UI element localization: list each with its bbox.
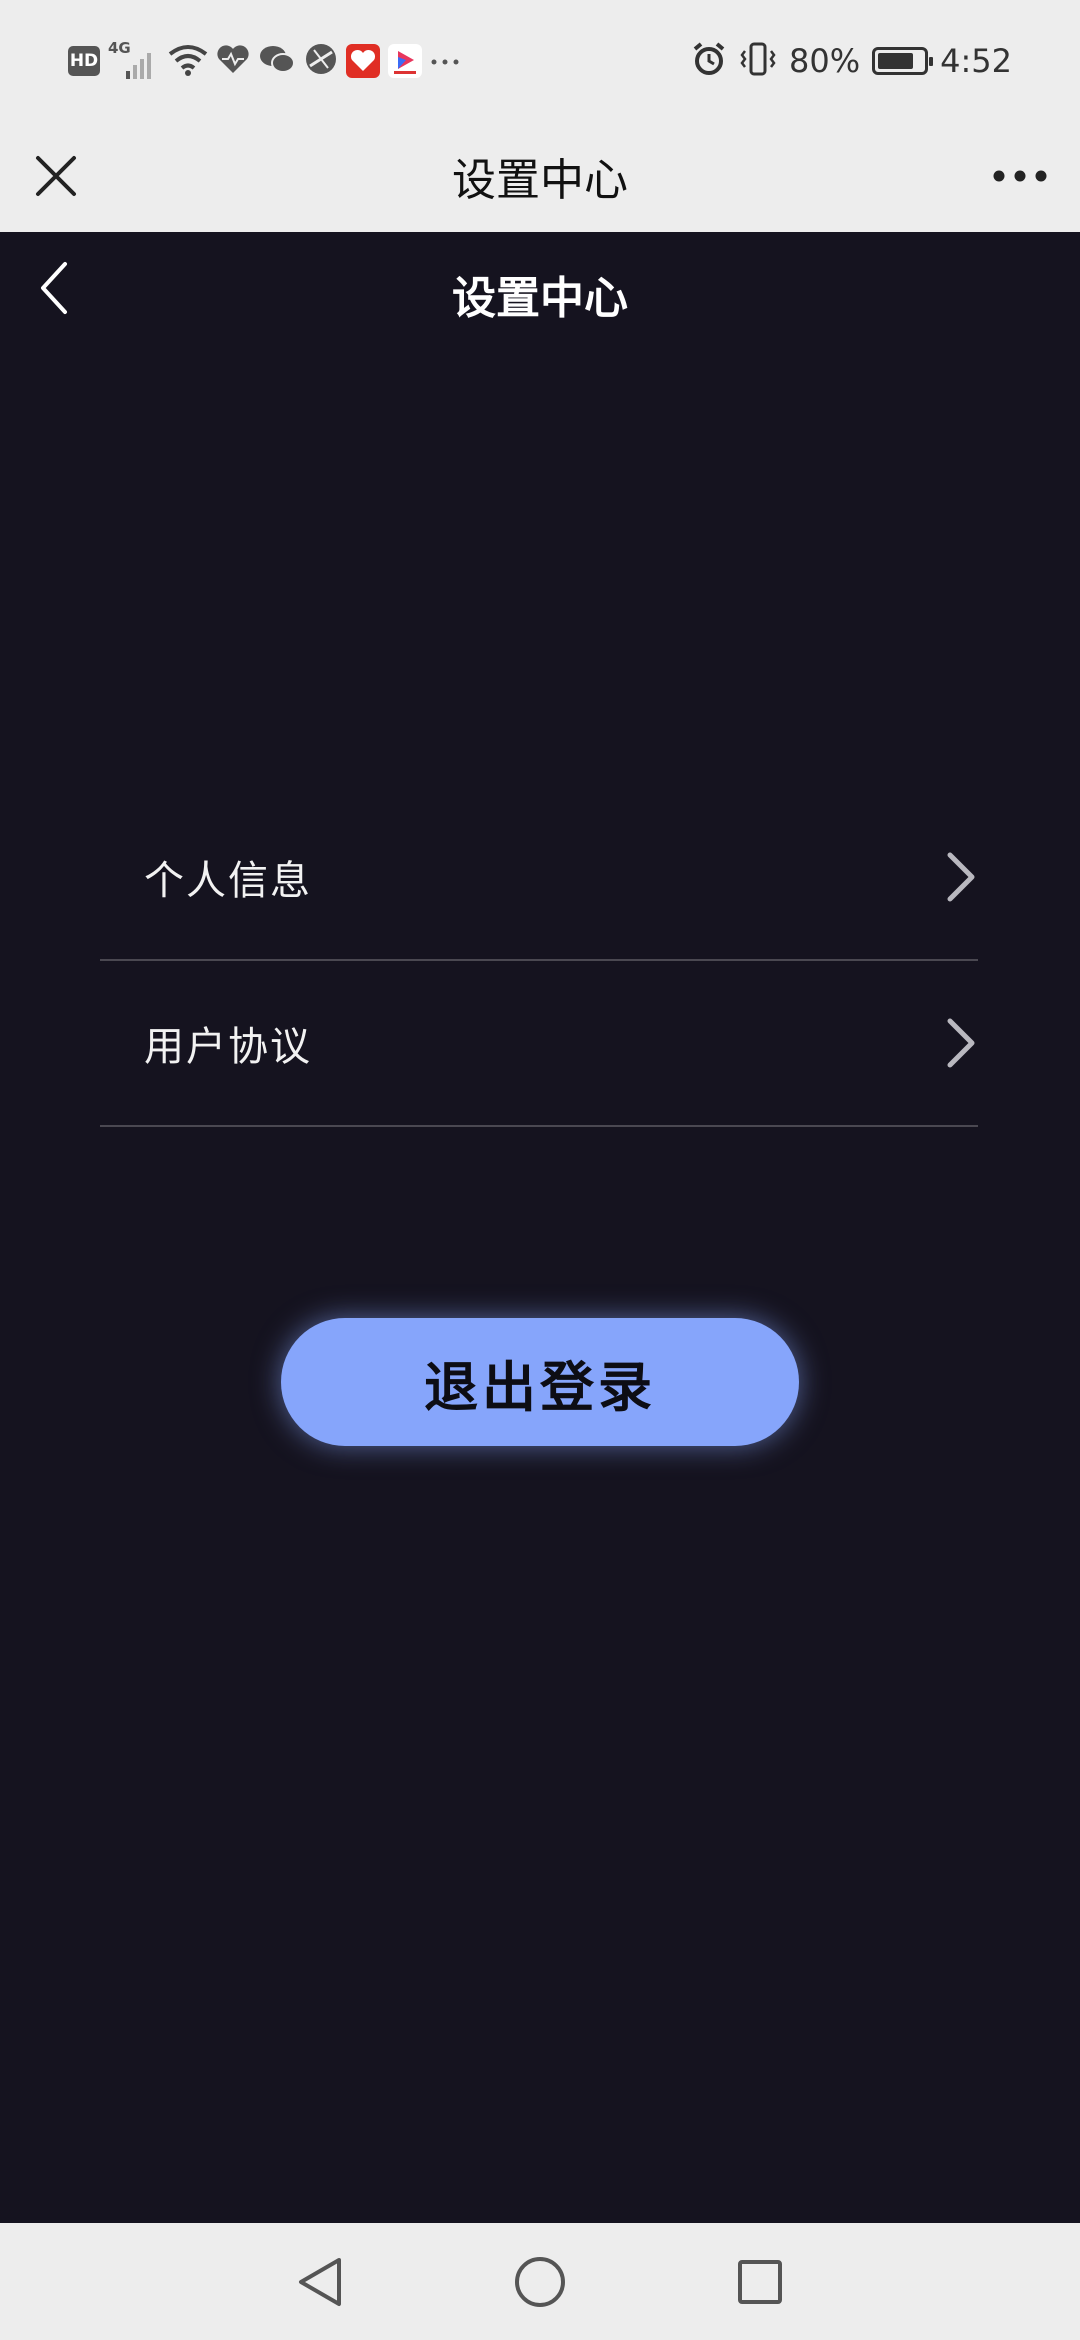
system-recents-button[interactable] xyxy=(720,2242,800,2322)
wifi-icon xyxy=(168,42,208,80)
alarm-icon xyxy=(691,41,727,81)
system-nav-bar xyxy=(0,2223,1080,2340)
top-nav-bar: 设置中心 xyxy=(0,120,1080,232)
vibrate-icon xyxy=(739,41,777,81)
menu-item-user-agreement[interactable]: 用户协议 xyxy=(100,961,978,1127)
battery-percent: 80% xyxy=(789,42,861,80)
page-title: 设置中心 xyxy=(452,273,628,324)
system-home-button[interactable] xyxy=(500,2242,580,2322)
triangle-back-icon xyxy=(299,2257,341,2306)
clock: 4:52 xyxy=(940,42,1012,80)
battery-icon xyxy=(872,47,934,75)
page-header: 设置中心 xyxy=(0,232,1080,352)
menu-item-label: 个人信息 xyxy=(144,858,312,904)
chevron-right-icon xyxy=(947,1018,975,1068)
circle-home-icon xyxy=(515,2256,565,2307)
logout-button[interactable]: 退出登录 xyxy=(281,1318,799,1446)
close-icon xyxy=(36,156,76,196)
status-bar: HD 4G 80% 4:52 xyxy=(0,0,1080,120)
more-icon xyxy=(993,170,1047,182)
browser-icon xyxy=(304,42,338,80)
top-nav-title: 设置中心 xyxy=(452,155,628,206)
menu-item-personal-info[interactable]: 个人信息 xyxy=(100,795,978,961)
chevron-right-icon xyxy=(947,852,975,902)
system-back-button[interactable] xyxy=(280,2242,360,2322)
settings-menu: 个人信息 用户协议 xyxy=(100,795,978,1127)
network-type: 4G xyxy=(108,39,131,57)
status-left: HD 4G xyxy=(68,38,460,84)
more-options-button[interactable] xyxy=(980,142,1060,210)
more-notifications-icon xyxy=(430,52,460,71)
signal-icon: 4G xyxy=(108,39,160,81)
square-recents-icon xyxy=(738,2259,782,2304)
close-button[interactable] xyxy=(22,142,90,210)
battery-fill xyxy=(878,53,914,69)
menu-item-label: 用户协议 xyxy=(144,1024,312,1070)
hd-badge: HD xyxy=(68,46,100,76)
battery-cap xyxy=(929,57,934,66)
shopping-app-icon xyxy=(346,44,380,78)
health-heart-icon xyxy=(216,43,250,79)
video-app-icon xyxy=(388,44,422,78)
wechat-icon xyxy=(258,43,296,79)
status-right: 80% 4:52 xyxy=(691,38,1012,84)
